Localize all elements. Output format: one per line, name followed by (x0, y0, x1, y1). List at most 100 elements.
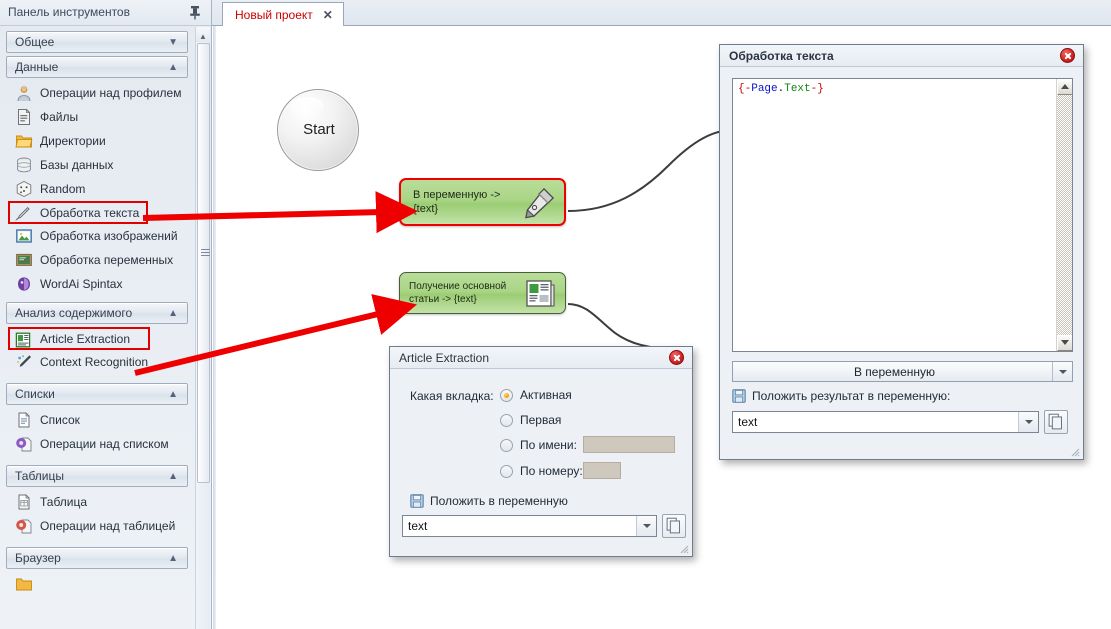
sidebar-item-wordai-spintax[interactable]: WordAi Spintax (10, 272, 196, 296)
sidebar-item-label: WordAi Spintax (40, 277, 123, 291)
radio-row-by-name[interactable]: По имени: (500, 438, 577, 452)
radio-label: По имени: (520, 438, 577, 452)
code-editor[interactable]: {-Page.Text-} (732, 78, 1073, 352)
sidebar-item-table[interactable]: Таблица (10, 490, 196, 514)
tool-group-header-content-analysis[interactable]: Анализ содержимого ▲ (6, 302, 188, 324)
resize-grip-icon[interactable] (677, 542, 689, 554)
radio-button[interactable] (500, 464, 513, 478)
sidebar-item-variable-processing[interactable]: Обработка переменных (10, 248, 196, 272)
sidebar-item-article-extraction[interactable]: Article Extraction (8, 327, 150, 350)
tab-label: Новый проект (235, 8, 313, 22)
node-line-1: Получение основной (409, 281, 507, 292)
wordai-icon (15, 275, 33, 293)
node-article-label: Получение основной статьи -> {text} (409, 280, 514, 306)
tool-panel-scrollbar[interactable]: ▲ (195, 27, 210, 629)
tool-group-header-general[interactable]: Общее ▼ (6, 31, 188, 53)
radio-row-active[interactable]: Активная (500, 388, 572, 402)
radio-button[interactable] (500, 388, 513, 402)
action-combo-value: В переменную (853, 365, 936, 379)
sidebar-item-files[interactable]: Файлы (10, 105, 196, 129)
radio-button[interactable] (500, 438, 513, 452)
variable-field[interactable]: text (732, 411, 1039, 433)
chevron-up-icon: ▲ (168, 389, 178, 400)
tool-panel-scroll-area: Общее ▼ Данные ▲ Операции над профилем Ф… (0, 26, 196, 629)
tool-group-header-lists[interactable]: Списки ▲ (6, 383, 188, 405)
by-number-input[interactable] (583, 462, 621, 479)
by-name-input[interactable] (583, 436, 675, 453)
chevron-up-icon: ▲ (168, 553, 178, 564)
variable-field[interactable]: text (402, 515, 657, 537)
dialog-text-processing[interactable]: Обработка текста {-Page.Text-} В перемен… (719, 44, 1084, 460)
which-tab-label: Какая вкладка: (410, 389, 494, 403)
sidebar-item-text-processing[interactable]: Обработка текста (8, 201, 148, 224)
tool-group-label: Общее (15, 35, 55, 49)
variable-field-value: text (738, 415, 758, 429)
sidebar-item-random[interactable]: Random (10, 177, 196, 201)
chevron-down-icon[interactable] (636, 516, 656, 536)
dialog-titlebar[interactable]: Article Extraction (390, 347, 692, 369)
scrollbar-grip-icon (201, 249, 210, 257)
scroll-up-icon[interactable]: ▲ (196, 27, 210, 42)
node-start[interactable]: Start (277, 89, 359, 171)
close-icon[interactable]: ✕ (323, 9, 333, 21)
scroll-up-icon[interactable] (1057, 79, 1072, 95)
tool-group-header-browser[interactable]: Браузер ▲ (6, 547, 188, 569)
tool-group-label: Браузер (15, 551, 61, 565)
put-result-checkbox-row[interactable]: Положить результат в переменную: (732, 389, 950, 403)
node-line-2: статьи -> {text} (409, 294, 477, 305)
dialog-article-extraction[interactable]: Article Extraction Какая вкладка: Активн… (389, 346, 693, 557)
tool-group-label: Данные (15, 60, 59, 74)
radio-row-by-number[interactable]: По номеру: (500, 464, 583, 478)
radio-label: Активная (520, 388, 572, 402)
tool-group-header-tables[interactable]: Таблицы ▲ (6, 465, 188, 487)
radio-button[interactable] (500, 413, 513, 427)
sidebar-item-databases[interactable]: Базы данных (10, 153, 196, 177)
folder-icon (15, 132, 33, 150)
disk-icon (410, 494, 424, 508)
close-icon[interactable] (669, 350, 684, 365)
application-window: Панель инструментов Общее ▼ Данные ▲ Опе… (0, 0, 1111, 629)
put-variable-checkbox-label: Положить в переменную (430, 494, 568, 508)
newspaper-icon (525, 279, 555, 308)
node-article-extraction[interactable]: Получение основной статьи -> {text} (399, 272, 566, 314)
sidebar-item-image-processing[interactable]: Обработка изображений (10, 224, 196, 248)
sidebar-item-list[interactable]: Список (10, 408, 196, 432)
chevron-down-icon[interactable] (1018, 412, 1038, 432)
sidebar-item-label: Таблица (40, 495, 88, 509)
dice-icon (15, 180, 33, 198)
sidebar-item-table-operations[interactable]: Операции над таблицей (10, 514, 196, 538)
action-combo[interactable]: В переменную (732, 361, 1073, 382)
chevron-down-icon[interactable] (1052, 362, 1072, 381)
pin-icon[interactable] (188, 5, 202, 20)
scrollbar-thumb[interactable] (197, 43, 210, 483)
resize-grip-icon[interactable] (1068, 445, 1080, 457)
close-icon[interactable] (1060, 48, 1075, 63)
sidebar-item-browser-first[interactable] (10, 572, 196, 596)
sidebar-item-directories[interactable]: Директории (10, 129, 196, 153)
copy-variable-button[interactable] (662, 514, 686, 538)
copy-variable-button[interactable] (1044, 410, 1068, 434)
sidebar-item-context-recognition[interactable]: Context Recognition (10, 350, 196, 374)
code-open-brace: { (738, 83, 745, 95)
scroll-down-icon[interactable] (1057, 335, 1072, 351)
node-text-label: В переменную -> {text} (413, 188, 518, 216)
sidebar-item-list-operations[interactable]: Операции над списком (10, 432, 196, 456)
radio-label: По номеру: (520, 464, 583, 478)
put-variable-checkbox-row[interactable]: Положить в переменную (410, 494, 568, 508)
context-icon (15, 353, 33, 371)
pen-nib-icon (520, 186, 556, 220)
tool-group-header-data[interactable]: Данные ▲ (6, 56, 188, 78)
image-icon (15, 227, 33, 245)
tool-panel-title: Панель инструментов (8, 5, 130, 19)
code-namespace: Page (751, 83, 778, 95)
tab-new-project[interactable]: Новый проект ✕ (222, 2, 344, 27)
chevron-up-icon: ▲ (168, 471, 178, 482)
node-text-to-variable[interactable]: В переменную -> {text} (399, 178, 566, 226)
code-editor-scrollbar[interactable] (1056, 79, 1072, 351)
radio-row-first[interactable]: Первая (500, 413, 561, 427)
sidebar-item-label: Article Extraction (40, 331, 131, 346)
tool-panel: Панель инструментов Общее ▼ Данные ▲ Опе… (0, 0, 212, 629)
sidebar-item-profile-ops[interactable]: Операции над профилем (10, 81, 196, 105)
dialog-titlebar[interactable]: Обработка текста (720, 45, 1083, 67)
copy-icon (666, 517, 681, 534)
